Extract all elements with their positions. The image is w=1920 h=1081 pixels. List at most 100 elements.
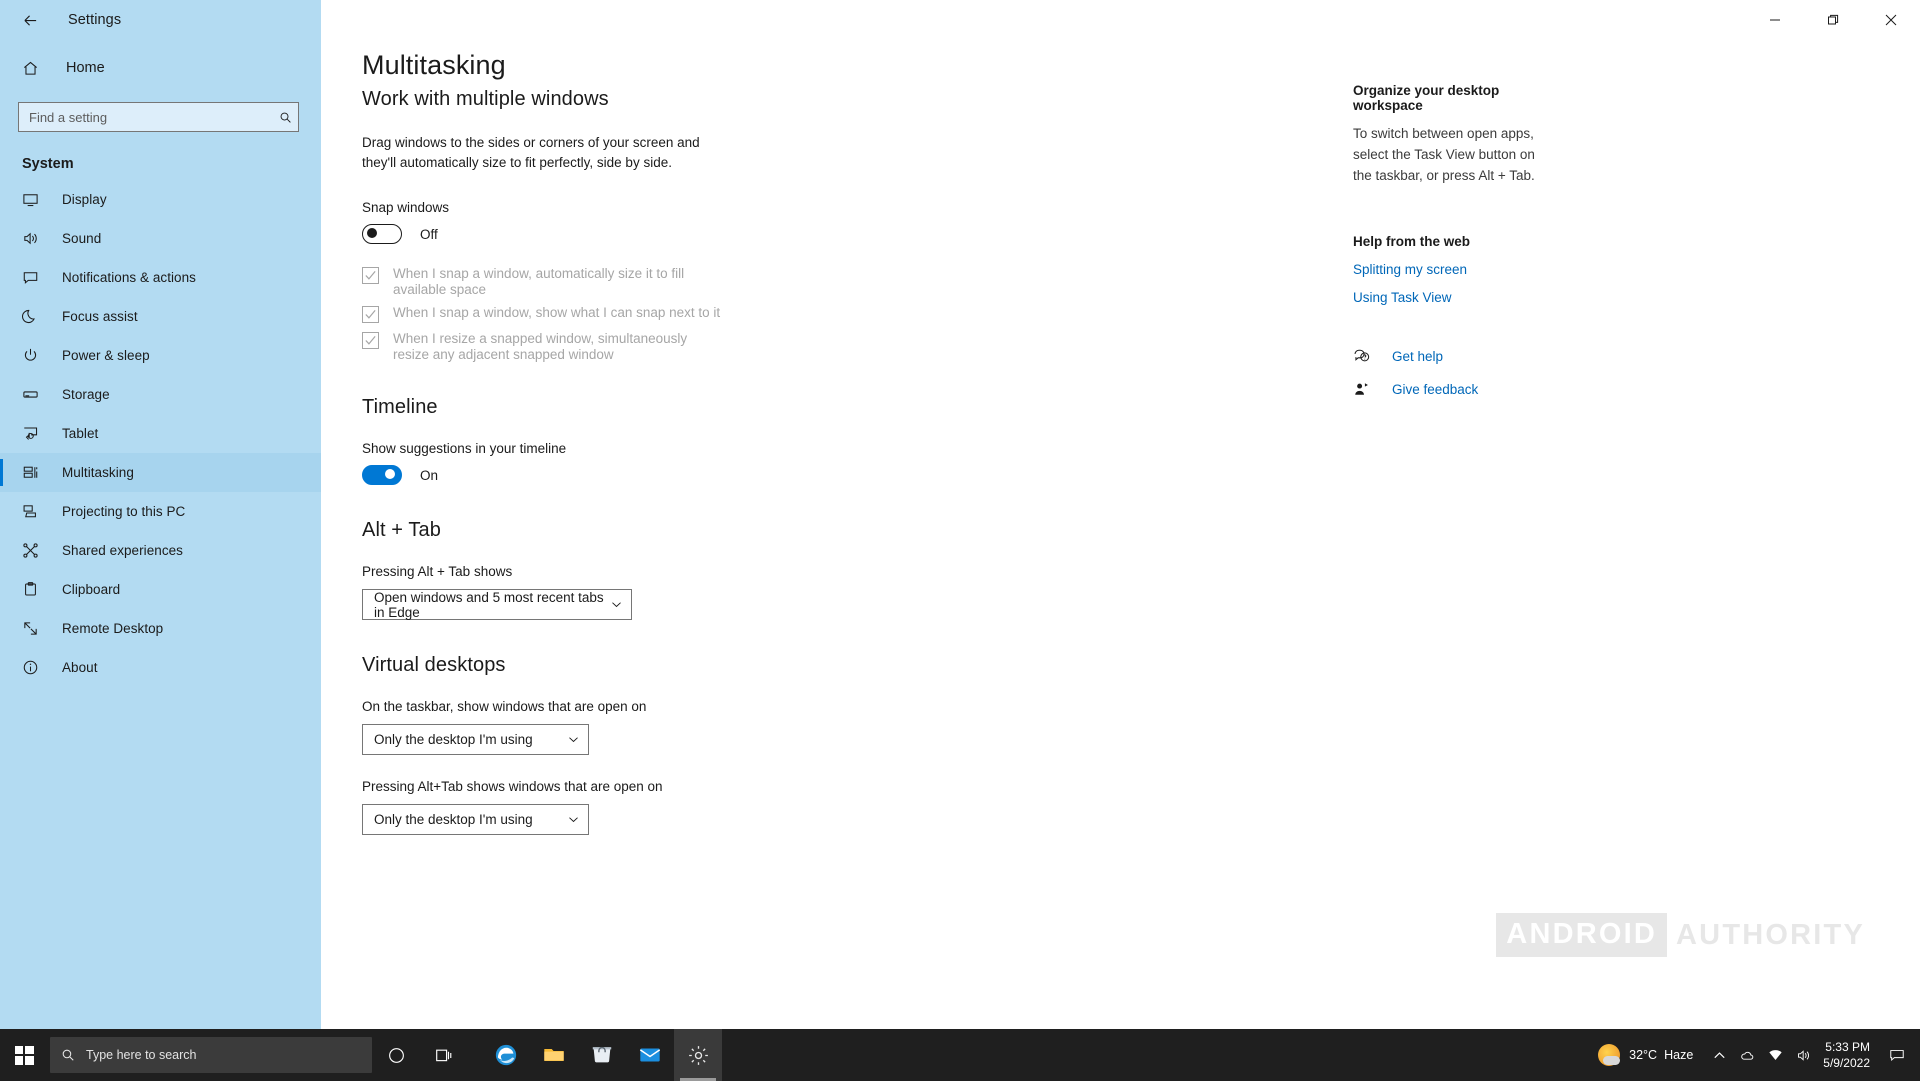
taskbar-app-settings[interactable] <box>674 1029 722 1081</box>
sidebar-item-tablet[interactable]: Tablet <box>0 414 321 453</box>
search-box[interactable] <box>18 102 299 132</box>
restore-icon[interactable] <box>1804 0 1862 40</box>
taskbar-app-microsoft-store[interactable] <box>578 1029 626 1081</box>
checkbox-row[interactable]: When I snap a window, automatically size… <box>362 266 1062 297</box>
sidebar-item-label: Shared experiences <box>62 543 183 558</box>
checkbox-label: When I resize a snapped window, simultan… <box>393 331 688 362</box>
sidebar-item-remote-desktop[interactable]: Remote Desktop <box>0 609 321 648</box>
give-feedback-label: Give feedback <box>1392 381 1479 397</box>
alt-tab-value: Open windows and 5 most recent tabs in E… <box>374 589 604 620</box>
tablet-icon <box>22 425 44 442</box>
taskbar-app-mail[interactable] <box>626 1029 674 1081</box>
timeline-suggestions-label: Show suggestions in your timeline <box>362 441 567 457</box>
section-heading: Work with multiple windows <box>362 88 609 110</box>
section-heading: Alt + Tab <box>362 519 441 542</box>
vd-alttab-label: Pressing Alt+Tab shows windows that are … <box>362 779 663 795</box>
alt-tab-dropdown[interactable]: Open windows and 5 most recent tabs in E… <box>362 589 632 621</box>
sidebar-item-label: Focus assist <box>62 309 138 324</box>
remote-desktop-icon <box>22 620 44 637</box>
snap-options-list: When I snap a window, automatically size… <box>362 266 1062 362</box>
sidebar-item-sound[interactable]: Sound <box>0 219 321 258</box>
checkbox-row[interactable]: When I snap a window, show what I can sn… <box>362 305 1062 324</box>
clipboard-icon <box>22 581 44 598</box>
checkbox-row[interactable]: When I resize a snapped window, simultan… <box>362 331 1062 362</box>
cortana-button[interactable] <box>372 1029 420 1081</box>
snap-windows-toggle-row: Off <box>362 224 1062 245</box>
sidebar-item-focus-assist[interactable]: Focus assist <box>0 297 321 336</box>
sidebar-item-label: Sound <box>62 231 102 246</box>
onedrive-icon[interactable] <box>1733 1029 1761 1081</box>
title-bar: Settings <box>0 0 1920 40</box>
timeline-suggestions-toggle[interactable] <box>362 465 402 486</box>
moon-icon <box>22 308 44 325</box>
network-icon[interactable] <box>1761 1029 1789 1081</box>
settings-column: Work with multiple windows Drag windows … <box>362 88 1062 836</box>
minimize-icon[interactable] <box>1746 0 1804 40</box>
volume-icon[interactable] <box>1789 1029 1817 1081</box>
chevron-down-icon <box>568 814 579 825</box>
search-icon[interactable] <box>272 103 298 131</box>
give-feedback-action[interactable]: Give feedback <box>1353 381 1553 398</box>
checkbox-label: When I snap a window, automatically size… <box>393 266 685 297</box>
system-tray: 32°C Haze 5:33 PM 5/9/2022 <box>1586 1029 1920 1081</box>
section-timeline: Timeline Show suggestions in your timeli… <box>362 396 1062 486</box>
sidebar-item-home[interactable]: Home <box>0 48 321 88</box>
snap-windows-toggle[interactable] <box>362 224 402 245</box>
sidebar-item-label: Notifications & actions <box>62 270 196 285</box>
sidebar-item-label: Storage <box>62 387 110 402</box>
sidebar-item-storage[interactable]: Storage <box>0 375 321 414</box>
start-button[interactable] <box>0 1029 48 1081</box>
show-hidden-icons-icon[interactable] <box>1705 1029 1733 1081</box>
get-help-label: Get help <box>1392 348 1444 364</box>
home-icon <box>22 60 46 77</box>
title-bar-right <box>321 0 1920 40</box>
vd-alttab-dropdown[interactable]: Only the desktop I'm using <box>362 804 589 836</box>
speaker-icon <box>22 230 44 247</box>
sidebar-item-label: Tablet <box>62 426 99 441</box>
weather-temperature: 32°C <box>1629 1048 1658 1062</box>
help-link-using-task-view[interactable]: Using Task View <box>1353 290 1553 305</box>
clock-time: 5:33 PM <box>1825 1039 1870 1054</box>
sidebar-item-power-sleep[interactable]: Power & sleep <box>0 336 321 375</box>
show-desktop-button[interactable] <box>1912 1029 1920 1081</box>
watermark: ANDROID AUTHORITY <box>1496 913 1865 957</box>
sidebar-item-label: Display <box>62 192 107 207</box>
close-icon[interactable] <box>1862 0 1920 40</box>
checkbox-resize-adjacent[interactable] <box>362 332 379 350</box>
sidebar-nav-list: Display Sound Notifications & actions Fo… <box>0 180 321 687</box>
sidebar-item-about[interactable]: About <box>0 648 321 687</box>
checkbox-auto-size[interactable] <box>362 267 379 285</box>
weather-widget[interactable]: 32°C Haze <box>1586 1044 1705 1066</box>
section-work-with-multiple-windows: Work with multiple windows Drag windows … <box>362 88 1062 362</box>
sidebar-item-shared-experiences[interactable]: Shared experiences <box>0 531 321 570</box>
taskbar-app-file-explorer[interactable] <box>530 1029 578 1081</box>
taskbar-app-edge[interactable] <box>482 1029 530 1081</box>
help-link-splitting-my-screen[interactable]: Splitting my screen <box>1353 262 1553 277</box>
share-icon <box>22 542 44 559</box>
page-title: Multitasking <box>362 50 506 80</box>
action-center-icon[interactable] <box>1882 1029 1912 1081</box>
search-input[interactable] <box>19 109 272 125</box>
taskbar-clock[interactable]: 5:33 PM 5/9/2022 <box>1817 1039 1882 1071</box>
task-view-button[interactable] <box>420 1029 468 1081</box>
chevron-down-icon <box>568 734 579 745</box>
get-help-icon <box>1353 348 1375 365</box>
snap-windows-label: Snap windows <box>362 200 450 216</box>
vd-taskbar-dropdown[interactable]: Only the desktop I'm using <box>362 724 589 756</box>
back-arrow-icon[interactable] <box>8 2 52 38</box>
get-help-action[interactable]: Get help <box>1353 348 1553 365</box>
watermark-authority: AUTHORITY <box>1676 918 1865 951</box>
search-icon <box>50 1048 86 1062</box>
clock-date: 5/9/2022 <box>1823 1056 1870 1070</box>
sidebar-item-clipboard[interactable]: Clipboard <box>0 570 321 609</box>
section-alt-tab: Alt + Tab Pressing Alt + Tab shows Open … <box>362 519 1062 621</box>
checkbox-show-snap-next[interactable] <box>362 306 379 324</box>
sidebar-item-display[interactable]: Display <box>0 180 321 219</box>
sidebar-item-multitasking[interactable]: Multitasking <box>0 453 321 492</box>
timeline-toggle-row: On <box>362 465 1062 486</box>
sidebar-item-notifications[interactable]: Notifications & actions <box>0 258 321 297</box>
multitasking-icon <box>22 464 44 481</box>
help-heading: Organize your desktop workspace <box>1353 83 1500 113</box>
taskbar-search-box[interactable]: Type here to search <box>50 1037 372 1073</box>
sidebar-item-projecting[interactable]: Projecting to this PC <box>0 492 321 531</box>
